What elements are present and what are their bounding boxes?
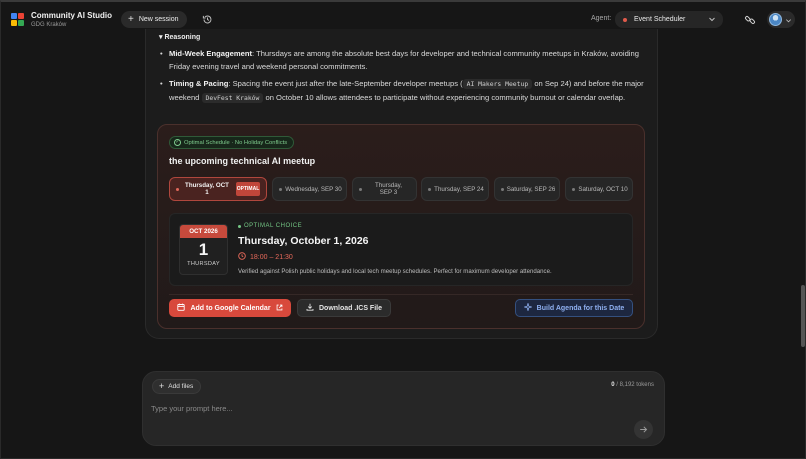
account-menu[interactable]	[767, 11, 795, 28]
calendar-icon	[177, 303, 186, 313]
optimal-tag: OPTIMAL	[236, 182, 260, 196]
list-item: Mid-Week Engagement: Thursdays are among…	[159, 47, 649, 74]
date-option-label: Saturday, SEP 26	[506, 185, 556, 193]
verification-note: Verified against Polish public holidays …	[238, 268, 552, 275]
date-option-label: Thursday, OCT 1	[185, 182, 229, 196]
calendar-day: 1	[198, 240, 209, 259]
status-dot	[359, 188, 362, 191]
inline-code: AI Makers Meetup	[462, 78, 533, 89]
event-time: 18:00 – 21:30	[238, 252, 293, 262]
bullet-title: Mid-Week Engagement	[169, 49, 252, 58]
date-option-sep-26[interactable]: Saturday, SEP 26	[494, 177, 560, 201]
app-subtitle: GDG Kraków	[31, 22, 67, 28]
date-option-oct-1[interactable]: Thursday, OCT 1 OPTIMAL	[169, 177, 267, 201]
schedule-title: the upcoming technical AI meetup	[169, 156, 316, 166]
app-window: Community AI Studio GDG Kraków + New ses…	[0, 0, 806, 459]
download-icon	[306, 303, 314, 313]
status-dot	[238, 224, 241, 228]
app-title-block: Community AI Studio GDG Kraków	[31, 11, 112, 29]
calendar-weekday: THURSDAY	[187, 261, 220, 267]
arrow-right-icon	[639, 421, 648, 439]
send-button[interactable]	[634, 420, 653, 439]
new-session-label: New session	[138, 16, 179, 23]
download-ics-button[interactable]: Download .ICS File	[297, 299, 391, 317]
check-circle-icon: ✓	[174, 139, 181, 146]
reasoning-list: Mid-Week Engagement: Thursdays are among…	[159, 47, 649, 108]
calendar-month: OCT 2026	[180, 225, 227, 238]
external-link-icon	[276, 304, 283, 313]
agent-select[interactable]: Event Scheduler	[615, 11, 723, 28]
avatar	[769, 13, 782, 26]
build-agenda-label: Build Agenda for this Date	[536, 304, 625, 312]
bullet-title: Timing & Pacing	[169, 78, 229, 88]
bullet-text: : Spacing the event just after the late-…	[228, 78, 463, 88]
clock-icon	[238, 252, 246, 262]
status-dot	[176, 188, 179, 191]
optimal-choice-label: OPTIMAL CHOICE	[238, 223, 302, 229]
date-option-sep-30[interactable]: Wednesday, SEP 30	[272, 177, 347, 201]
scrollbar-thumb[interactable]	[801, 285, 805, 347]
status-badge-label: Optimal Schedule · No Holiday Conflicts	[184, 139, 288, 146]
sparkle-icon	[522, 302, 533, 313]
calendar-date-icon: OCT 2026 1 THURSDAY	[179, 224, 228, 275]
optimal-choice-text: OPTIMAL CHOICE	[244, 223, 303, 229]
add-files-button[interactable]: + Add files	[152, 379, 202, 394]
agent-label: Agent:	[591, 15, 612, 22]
prompt-input[interactable]	[151, 402, 591, 414]
chevron-down-icon	[708, 15, 716, 25]
selected-date-title: Thursday, October 1, 2026	[238, 235, 369, 247]
date-option-label: Wednesday, SEP 30	[285, 185, 342, 193]
status-dot	[572, 188, 575, 191]
date-option-sep-3[interactable]: Thursday, SEP 3	[352, 177, 417, 201]
event-time-text: 18:00 – 21:30	[250, 253, 293, 261]
build-agenda-button[interactable]: Build Agenda for this Date	[515, 299, 633, 317]
date-option-label: Saturday, OCT 10	[578, 185, 628, 193]
tokens-total: / 8,192 tokens	[614, 382, 654, 388]
date-option-oct-10[interactable]: Saturday, OCT 10	[565, 177, 633, 201]
date-option-label: Thursday, SEP 24	[434, 185, 484, 193]
add-files-label: Add files	[168, 383, 194, 390]
app-title: Community AI Studio	[31, 11, 113, 20]
bullet-text: on October 10 allows attendees to partic…	[263, 92, 626, 102]
app-logo-icon	[11, 13, 24, 26]
status-dot	[428, 188, 431, 191]
status-badge: ✓ Optimal Schedule · No Holiday Conflict…	[169, 136, 295, 149]
add-to-google-calendar-button[interactable]: Add to Google Calendar	[169, 299, 291, 317]
plus-icon: +	[128, 13, 134, 25]
reasoning-toggle[interactable]: ▾ Reasoning	[159, 33, 200, 41]
status-dot	[279, 188, 282, 191]
chevron-down-icon	[785, 11, 792, 29]
divider	[169, 294, 633, 295]
token-counter: 0 / 8,192 tokens	[561, 382, 654, 388]
link-icon[interactable]	[744, 13, 756, 31]
plus-icon: +	[159, 381, 165, 391]
agent-status-dot	[623, 17, 627, 22]
status-dot	[501, 188, 504, 191]
new-session-button[interactable]: + New session	[121, 11, 187, 28]
history-icon[interactable]	[200, 12, 214, 26]
date-option-sep-24[interactable]: Thursday, SEP 24	[421, 177, 489, 201]
inline-code: DevFest Kraków	[201, 92, 264, 103]
list-item: Timing & Pacing: Spacing the event just …	[159, 77, 649, 106]
agent-select-value: Event Scheduler	[634, 16, 686, 23]
date-option-label: Thursday, SEP 3	[374, 182, 403, 196]
add-to-google-calendar-label: Add to Google Calendar	[190, 304, 271, 312]
download-ics-label: Download .ICS File	[318, 304, 382, 312]
